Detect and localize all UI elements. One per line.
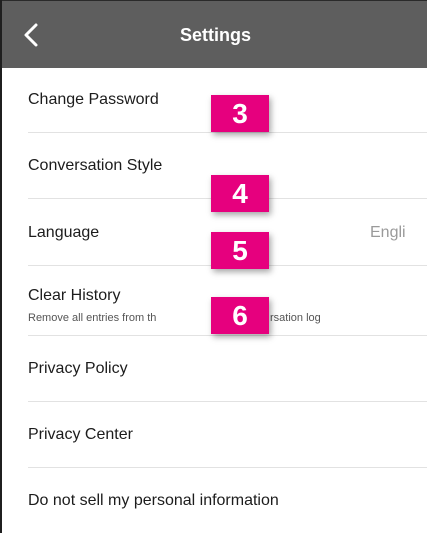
navigation-bar: Settings (2, 0, 427, 68)
do-not-sell-label: Do not sell my personal information (28, 492, 279, 509)
conversation-style-label: Conversation Style (28, 157, 163, 174)
clear-history-description-end: rsation log (270, 312, 321, 324)
change-password-label: Change Password (28, 91, 159, 108)
step-badge-3: 3 (211, 95, 269, 132)
settings-item-privacy-policy[interactable]: Privacy Policy (2, 336, 427, 401)
settings-item-privacy-center[interactable]: Privacy Center (2, 402, 427, 467)
privacy-center-label: Privacy Center (28, 426, 133, 443)
page-title: Settings (179, 25, 251, 45)
settings-screen: Settings Change Password Conversation St… (0, 0, 427, 533)
clear-history-label: Clear History (28, 287, 121, 304)
step-badge-6: 6 (211, 297, 269, 334)
step-badge-4: 4 (211, 175, 269, 212)
language-label: Language (28, 224, 100, 241)
language-value: Engli (370, 224, 406, 241)
clear-history-description-start: Remove all entries from th (28, 312, 157, 324)
privacy-policy-label: Privacy Policy (28, 360, 128, 377)
step-badge-5: 5 (211, 232, 269, 269)
settings-item-do-not-sell[interactable]: Do not sell my personal information (2, 468, 427, 533)
